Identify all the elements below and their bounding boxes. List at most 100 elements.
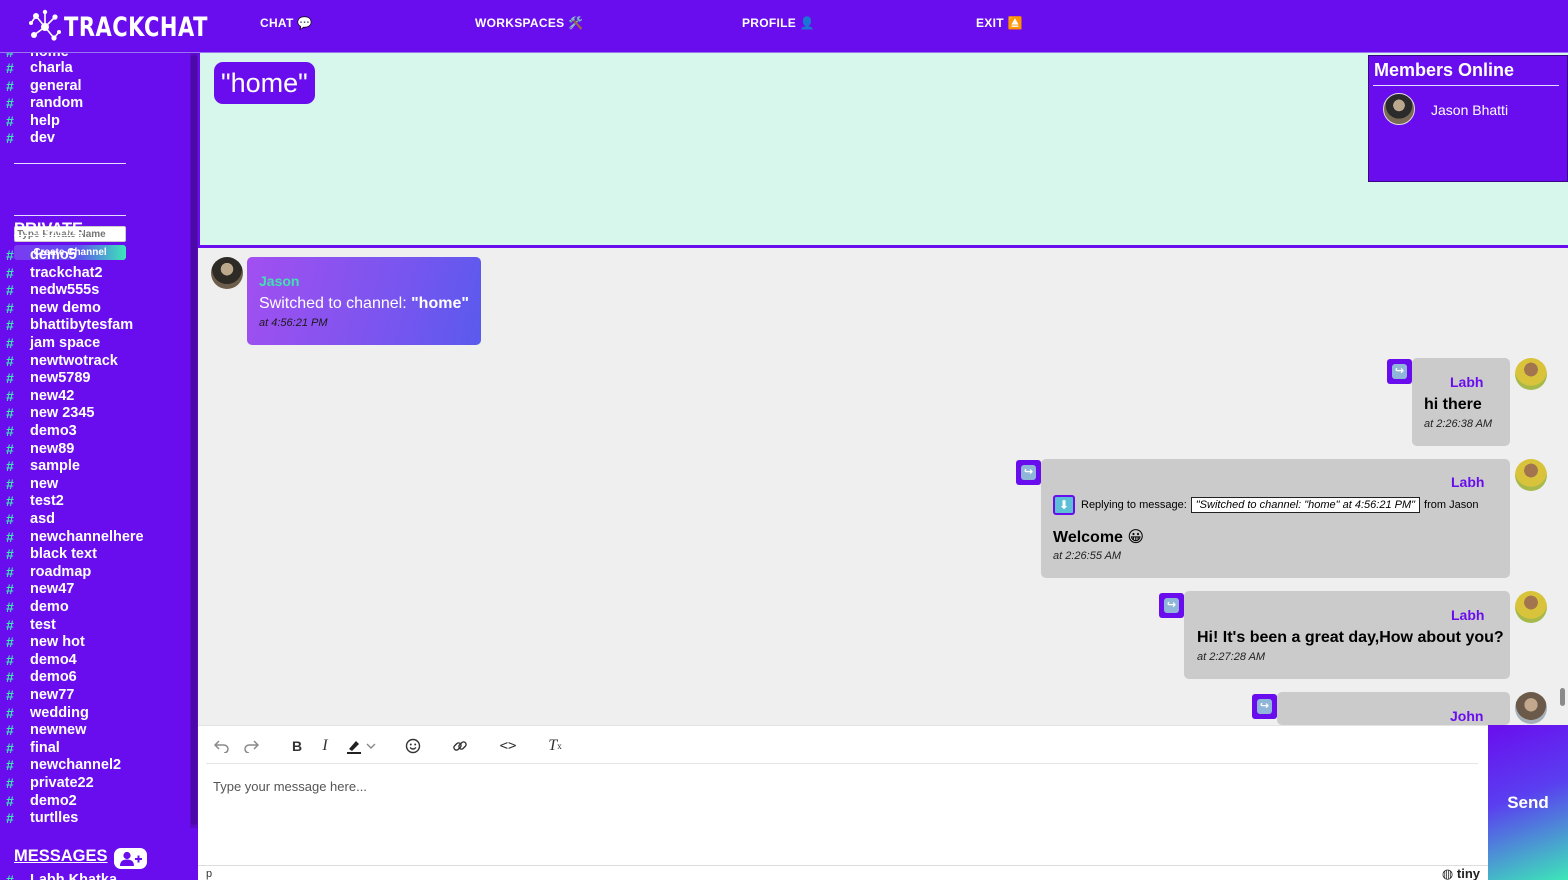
arrow-down-icon: ⬇ <box>1053 495 1075 515</box>
channel-item[interactable]: # demo6 <box>0 668 77 686</box>
channel-item[interactable]: # roadmap <box>0 563 91 581</box>
message-scrollbar-thumb[interactable] <box>1560 688 1565 706</box>
messages-section-title[interactable]: MESSAGES <box>14 847 108 866</box>
add-user-button[interactable] <box>114 848 147 869</box>
hash-icon: # <box>6 687 14 703</box>
channel-name: test <box>30 616 56 633</box>
channel-item[interactable]: # test <box>0 616 56 634</box>
highlight-icon[interactable] <box>343 736 365 756</box>
private-section-title[interactable]: PRIVATE <box>14 220 83 239</box>
message-author: Labh <box>1450 374 1484 390</box>
hash-icon: # <box>6 60 14 76</box>
link-icon[interactable] <box>449 736 471 756</box>
channel-name: bhattibytesfam <box>30 317 134 334</box>
channel-item[interactable]: # help <box>0 112 60 130</box>
element-path[interactable]: p <box>206 868 212 880</box>
sidebar-scrollbar-thumb[interactable] <box>191 55 197 825</box>
channel-item[interactable]: # turtlles <box>0 809 78 827</box>
channel-item[interactable]: # demo5 <box>0 246 77 264</box>
sidebar: # home #charla#general#random#help#dev C… <box>0 53 190 880</box>
current-channel-title: "home" <box>214 62 315 104</box>
channel-item[interactable]: # new demo <box>0 299 101 317</box>
nav-workspaces[interactable]: WORKSPACES 🛠️ <box>475 16 583 30</box>
reply-button[interactable]: ↪ <box>1252 694 1277 719</box>
hash-icon: # <box>6 247 14 263</box>
channel-name: new 2345 <box>30 405 95 422</box>
channel-item[interactable]: # new47 <box>0 580 74 598</box>
channel-item[interactable]: # trackchat2 <box>0 264 103 282</box>
hash-icon: # <box>6 493 14 510</box>
tiny-logo[interactable]: ◍ tiny <box>1442 866 1480 880</box>
send-button[interactable]: Send <box>1488 725 1568 880</box>
channel-name: new5789 <box>30 370 91 387</box>
bold-icon[interactable]: B <box>286 736 308 756</box>
channel-item[interactable]: # newtwotrack <box>0 352 118 370</box>
chevron-down-icon[interactable] <box>364 736 378 756</box>
channel-item[interactable]: # charla <box>0 59 73 77</box>
channel-item[interactable]: # new42 <box>0 387 74 405</box>
channel-item[interactable]: # test2 <box>0 492 64 510</box>
channel-item[interactable]: # newchannel2 <box>0 756 121 774</box>
divider <box>1373 85 1559 86</box>
reply-button[interactable]: ↪ <box>1387 359 1412 384</box>
channel-item[interactable]: # new77 <box>0 686 74 704</box>
hash-icon: # <box>6 352 14 369</box>
avatar[interactable] <box>1383 93 1415 125</box>
hash-icon: # <box>6 599 14 615</box>
undo-icon[interactable] <box>211 736 233 756</box>
member-name[interactable]: Jason Bhatti <box>1431 102 1508 118</box>
hash-icon: # <box>6 634 14 651</box>
nav-chat[interactable]: CHAT 💬 <box>260 16 313 30</box>
channel-item[interactable]: # new hot <box>0 633 85 651</box>
channel-name: new hot <box>30 634 85 651</box>
channel-item[interactable]: # demo3 <box>0 422 77 440</box>
channel-item[interactable]: # final <box>0 739 60 757</box>
redo-icon[interactable] <box>240 736 262 756</box>
dm-item[interactable]: # Labh Khatka <box>0 871 117 880</box>
hash-icon: # <box>6 387 14 404</box>
channel-item[interactable]: # private22 <box>0 774 94 792</box>
channel-item[interactable]: # black text <box>0 545 97 563</box>
channel-item[interactable]: # new 2345 <box>0 404 95 422</box>
channel-item[interactable]: # demo4 <box>0 651 77 669</box>
channel-item[interactable]: # demo <box>0 598 69 616</box>
channel-item[interactable]: # random <box>0 94 83 112</box>
nav-exit[interactable]: EXIT ⏏️ <box>976 16 1023 30</box>
channel-item[interactable]: # newnew <box>0 721 86 739</box>
editor-statusbar: p ◍ tiny <box>198 865 1488 880</box>
channel-item[interactable]: # wedding <box>0 704 89 722</box>
app-logo[interactable]: TRACKCHAT <box>28 8 208 46</box>
quoted-message[interactable]: "Switched to channel: "home" at 4:56:21 … <box>1190 497 1421 513</box>
channel-item[interactable]: # newchannelhere <box>0 528 144 546</box>
hash-icon: # <box>6 299 14 316</box>
channel-item[interactable]: # jam space <box>0 334 100 352</box>
channel-item[interactable]: # new5789 <box>0 369 90 387</box>
clear-formatting-icon[interactable]: Tx <box>544 736 566 756</box>
nav-profile[interactable]: PROFILE 👤 <box>742 16 815 30</box>
channel-header <box>198 53 1568 245</box>
channel-item[interactable]: # new89 <box>0 440 74 458</box>
editor-toolbar: B I <> Tx <box>198 726 1488 766</box>
channel-item[interactable]: # nedw555s <box>0 281 99 299</box>
reply-button[interactable]: ↪ <box>1159 593 1184 618</box>
channel-item[interactable]: # general <box>0 77 82 95</box>
reply-reference: ⬇ Replying to message: "Switched to chan… <box>1053 495 1478 515</box>
channel-item[interactable]: # sample <box>0 457 80 475</box>
code-icon[interactable]: <> <box>497 736 519 756</box>
reply-button[interactable]: ↪ <box>1016 460 1041 485</box>
hash-icon: # <box>6 335 14 351</box>
reply-icon: ↪ <box>1392 364 1407 379</box>
channel-item[interactable]: # dev <box>0 129 55 147</box>
channel-name: wedding <box>30 704 89 721</box>
message-time: at 2:26:38 AM <box>1424 418 1493 430</box>
message-author: Labh <box>1451 607 1485 623</box>
channel-item[interactable]: # bhattibytesfam <box>0 316 133 334</box>
italic-icon[interactable]: I <box>314 736 336 756</box>
channel-item[interactable]: # demo2 <box>0 792 77 810</box>
channel-item[interactable]: # new <box>0 475 58 493</box>
channel-item[interactable]: # asd <box>0 510 55 528</box>
emoji-icon[interactable] <box>402 736 424 756</box>
divider <box>14 163 126 164</box>
message-input[interactable]: Type your message here... <box>213 779 367 794</box>
message-text: hi there <box>1424 396 1482 413</box>
